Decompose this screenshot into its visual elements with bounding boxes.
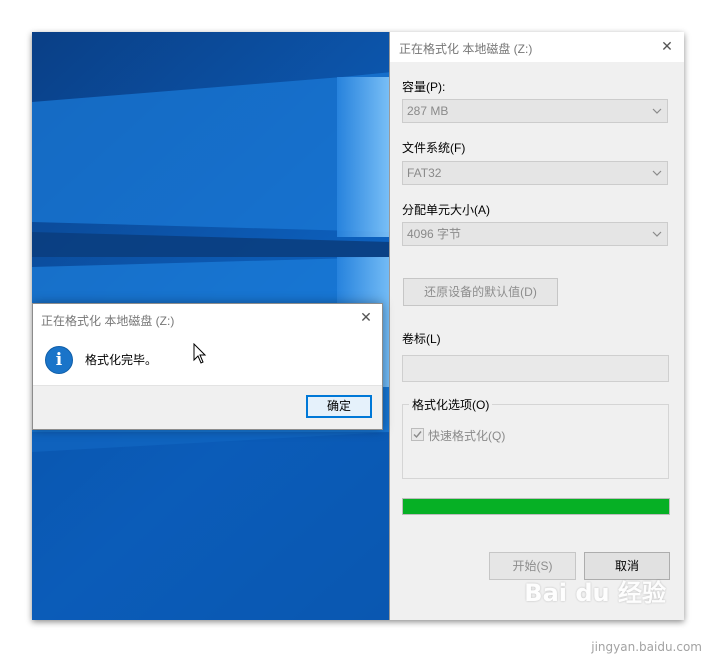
info-icon: i [45,346,73,374]
restore-defaults-button[interactable]: 还原设备的默认值(D) [403,278,558,306]
close-icon[interactable]: ✕ [356,307,376,327]
capacity-label: 容量(P): [402,80,446,94]
chevron-down-icon [652,170,662,176]
dialog-footer: 确定 [33,385,382,429]
chevron-down-icon [652,108,662,114]
filesystem-label: 文件系统(F) [402,141,466,155]
quick-format-label: 快速格式化(Q) [428,429,506,443]
capacity-value: 287 MB [407,104,449,118]
filesystem-value: FAT32 [407,166,442,180]
screenshot-frame: 正在格式化 本地磁盘 (Z:) ✕ 容量(P): 287 MB 文件系统(F) … [32,32,684,620]
baidu-watermark: Bai du 经验 [524,579,666,607]
volume-label-input[interactable] [402,355,669,382]
progress-fill [403,499,669,514]
filesystem-select[interactable]: FAT32 [402,161,668,185]
volume-label: 卷标(L) [402,332,441,346]
ok-button[interactable]: 确定 [306,395,372,418]
close-icon[interactable]: ✕ [657,36,677,56]
quick-format-checkbox[interactable] [411,428,424,441]
allocation-select[interactable]: 4096 字节 [402,222,668,246]
format-complete-dialog: 正在格式化 本地磁盘 (Z:) ✕ i 格式化完毕。 确定 [32,303,383,430]
format-progress-bar [402,498,670,515]
format-options-label: 格式化选项(O) [409,396,493,413]
mouse-pointer-icon [193,343,207,364]
capacity-select[interactable]: 287 MB [402,99,668,123]
allocation-value: 4096 字节 [407,227,462,241]
dialog-message: 格式化完毕。 [85,353,158,367]
dialog-title: 正在格式化 本地磁盘 (Z:) [41,314,175,328]
format-window-titlebar: 正在格式化 本地磁盘 (Z:) ✕ [390,32,684,62]
allocation-label: 分配单元大小(A) [402,203,490,217]
format-window: 正在格式化 本地磁盘 (Z:) ✕ 容量(P): 287 MB 文件系统(F) … [389,32,684,620]
format-window-title: 正在格式化 本地磁盘 (Z:) [399,42,533,56]
chevron-down-icon [652,231,662,237]
checkmark-icon [413,431,422,439]
format-options-group: 格式化选项(O) 快速格式化(Q) [402,396,669,479]
